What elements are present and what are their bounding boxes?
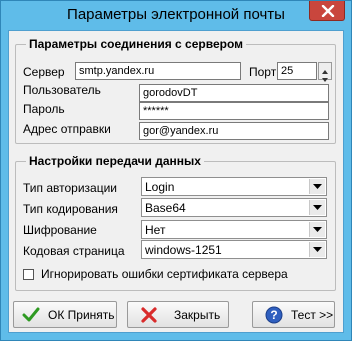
dropdown-arrow-icon: [313, 227, 322, 232]
auth-type-dropdown-button[interactable]: [309, 179, 325, 194]
auth-type-value: Login: [145, 180, 175, 194]
server-label: Сервер: [23, 65, 65, 79]
encoding-type-label: Тип кодирования: [23, 202, 118, 216]
test-button[interactable]: ? Тест >>: [252, 301, 335, 328]
ok-accept-label: ОК Принять: [48, 308, 115, 322]
encryption-dropdown-button[interactable]: [309, 222, 325, 237]
dialog-body: Параметры соединения с сервером Сервер s…: [8, 30, 344, 333]
cross-icon: [141, 307, 157, 323]
window-title: Параметры электронной почты: [67, 6, 285, 23]
codepage-select[interactable]: windows-1251: [141, 240, 327, 259]
port-input[interactable]: 25: [277, 62, 317, 80]
auth-type-label: Тип авторизации: [23, 181, 117, 195]
help-icon: ?: [265, 306, 283, 324]
server-input[interactable]: smtp.yandex.ru: [75, 62, 241, 80]
ok-accept-button[interactable]: ОК Принять: [13, 301, 117, 328]
user-label: Пользователь: [23, 83, 101, 97]
port-stepper[interactable]: [318, 62, 332, 82]
dropdown-arrow-icon: [313, 205, 322, 210]
encoding-type-value: Base64: [145, 201, 186, 215]
dropdown-arrow-icon: [313, 247, 322, 252]
from-address-label: Адрес отправки: [23, 122, 111, 136]
test-button-label: Тест >>: [291, 308, 334, 322]
port-label: Порт: [249, 65, 277, 79]
password-input[interactable]: ******: [139, 102, 329, 120]
dropdown-arrow-icon: [313, 184, 322, 189]
close-button-label: Закрыть: [174, 308, 221, 322]
close-button[interactable]: Закрыть: [127, 301, 229, 328]
port-stepper-up[interactable]: [319, 63, 331, 74]
window-close-button[interactable]: [309, 1, 345, 21]
codepage-dropdown-button[interactable]: [309, 242, 325, 257]
encoding-type-dropdown-button[interactable]: [309, 200, 325, 215]
title-bar[interactable]: Параметры электронной почты: [1, 1, 351, 30]
encryption-select[interactable]: Нет: [141, 220, 327, 239]
user-input[interactable]: gorodovDT: [139, 84, 329, 102]
codepage-value: windows-1251: [145, 243, 222, 257]
connection-group-title: Параметры соединения с сервером: [26, 37, 246, 51]
svg-text:?: ?: [270, 308, 277, 322]
close-icon: [321, 5, 335, 17]
password-label: Пароль: [23, 102, 65, 116]
transfer-group-title: Настройки передачи данных: [26, 154, 204, 168]
ignore-cert-label[interactable]: Игнорировать ошибки сертификата сервера: [41, 267, 288, 281]
email-settings-window: Параметры электронной почты Параметры со…: [0, 0, 352, 341]
encryption-value: Нет: [145, 223, 166, 237]
encoding-type-select[interactable]: Base64: [141, 198, 327, 217]
codepage-label: Кодовая страница: [23, 244, 125, 258]
auth-type-select[interactable]: Login: [141, 177, 327, 196]
checkmark-icon: [22, 307, 40, 322]
port-stepper-down[interactable]: [319, 71, 331, 82]
from-address-input[interactable]: gor@yandex.ru: [139, 122, 329, 140]
encryption-label: Шифрование: [23, 223, 97, 237]
chevron-down-icon: [322, 78, 328, 82]
ignore-cert-checkbox[interactable]: [23, 269, 34, 280]
